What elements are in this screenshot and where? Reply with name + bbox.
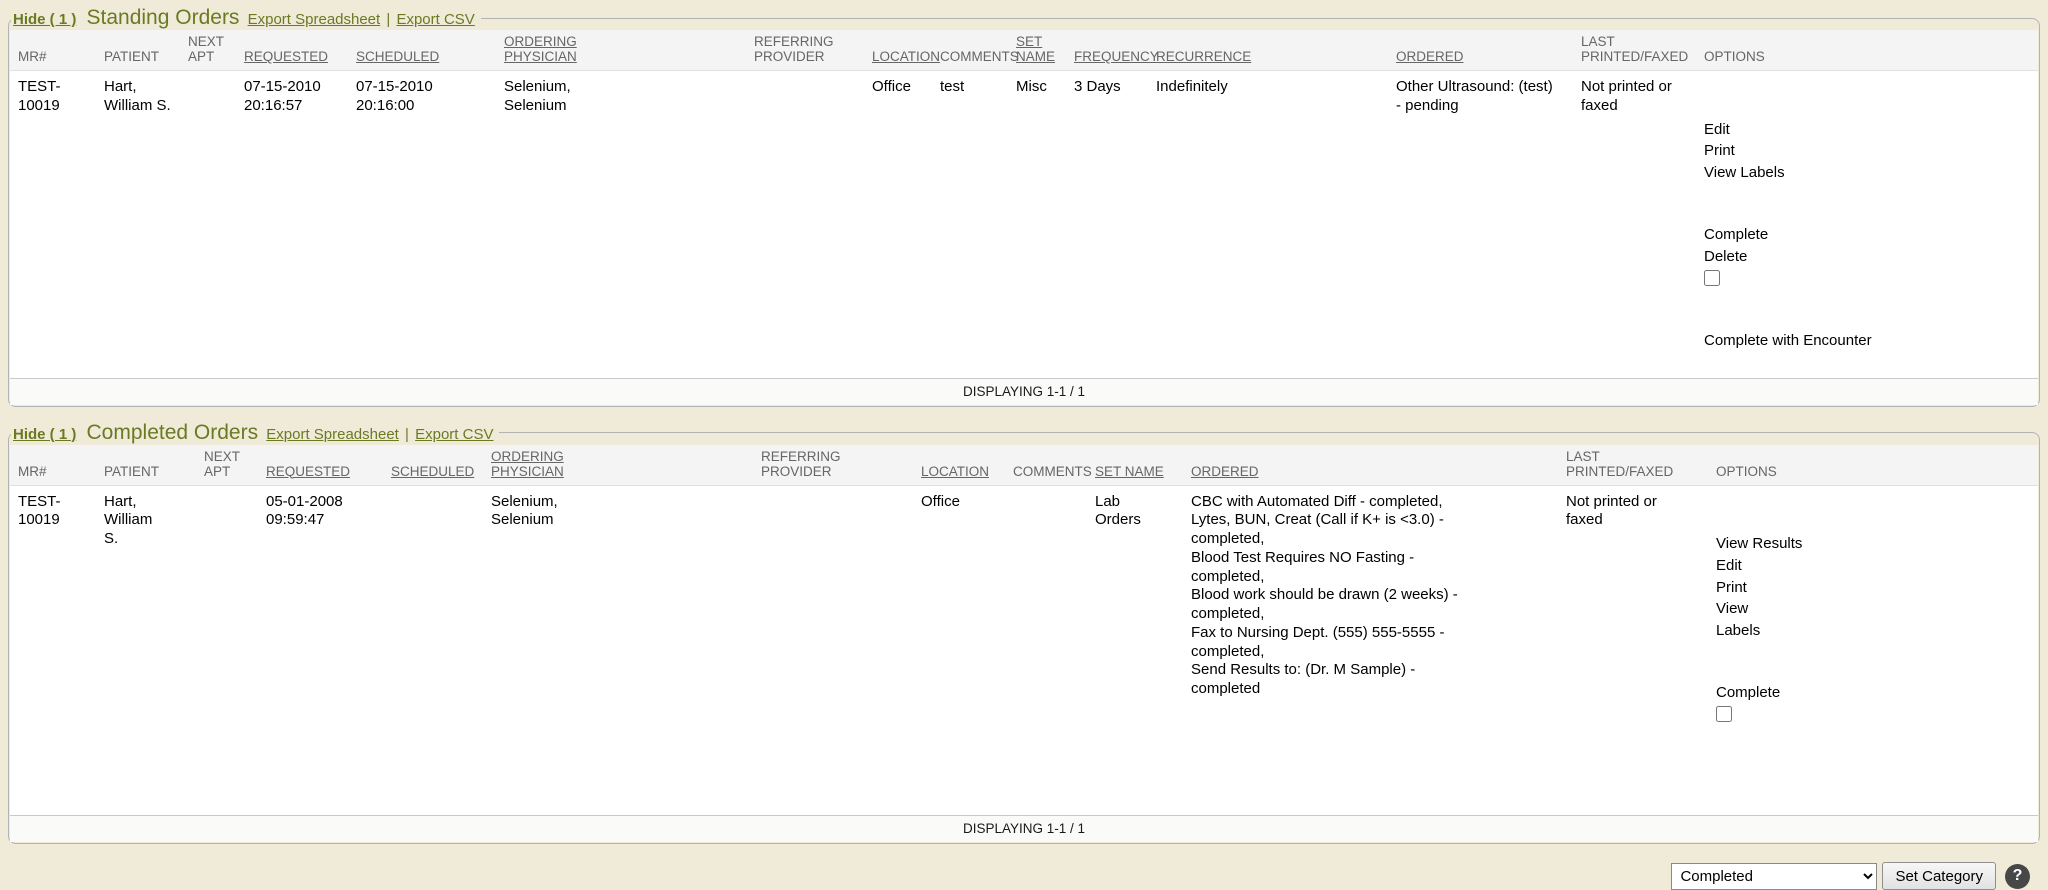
col-header-next-apt: NEXT APT xyxy=(180,30,236,71)
col-header-frequency[interactable]: FREQUENCY xyxy=(1066,30,1148,71)
completed-header-row: MR# PATIENT NEXT APT REQUESTED SCHEDULED… xyxy=(10,445,2038,486)
col-header-options: OPTIONS xyxy=(1708,445,2038,486)
cell-set-name: Lab Orders xyxy=(1087,485,1183,815)
col-header-mr: MR# xyxy=(10,445,96,486)
legend-separator: | xyxy=(384,11,392,28)
col-header-scheduled[interactable]: SCHEDULED xyxy=(348,30,496,71)
cell-mr: TEST-10019 xyxy=(10,485,96,815)
col-header-options: OPTIONS xyxy=(1696,30,2038,71)
standing-order-checkbox[interactable] xyxy=(1704,270,1720,286)
table-row: TEST-10019 Hart, William S. 07-15-2010 2… xyxy=(10,71,2038,378)
cell-mr: TEST-10019 xyxy=(10,71,96,378)
category-bar: Completed Set Category xyxy=(6,858,2042,890)
col-header-patient: PATIENT xyxy=(96,30,180,71)
completed-orders-section: Hide ( 1 ) Completed Orders Export Sprea… xyxy=(8,421,2040,845)
question-circle-icon[interactable] xyxy=(2005,864,2030,889)
completed-orders-title: Completed Orders xyxy=(81,421,263,444)
edit-order-link[interactable]: Edit xyxy=(1716,557,1742,574)
col-header-referring-provider: REFERRING PROVIDER xyxy=(753,445,913,486)
cell-patient: Hart, William S. xyxy=(96,71,180,378)
cell-next-apt xyxy=(196,485,258,815)
col-header-recurrence[interactable]: RECURRENCE xyxy=(1148,30,1388,71)
col-header-last-printed-faxed: LAST PRINTED/FAXED xyxy=(1573,30,1696,71)
col-header-requested[interactable]: REQUESTED xyxy=(258,445,383,486)
view-results-link[interactable]: View Results xyxy=(1716,535,1802,552)
col-header-comments: COMMENTS xyxy=(1005,445,1087,486)
standing-paging-status: DISPLAYING 1-1 / 1 xyxy=(10,378,2038,405)
cell-requested: 05-01-2008 09:59:47 xyxy=(258,485,383,815)
complete-order-link[interactable]: Complete xyxy=(1704,226,1768,243)
standing-orders-table: MR# PATIENT NEXT APT REQUESTED SCHEDULED… xyxy=(10,30,2038,378)
cell-last-printed-faxed: Not printed or faxed xyxy=(1558,485,1708,815)
complete-order-link[interactable]: Complete xyxy=(1716,684,1780,701)
col-header-comments: COMMENTS xyxy=(932,30,1008,71)
view-labels-link[interactable]: View Labels xyxy=(1704,164,1785,181)
cell-ordering-physician: Selenium, Selenium xyxy=(483,485,753,815)
legend-separator: | xyxy=(403,426,411,443)
cell-ordered: CBC with Automated Diff - completed, Lyt… xyxy=(1183,485,1558,815)
complete-with-encounter-link[interactable]: Complete with Encounter xyxy=(1704,332,1872,349)
cell-requested: 07-15-2010 20:16:57 xyxy=(236,71,348,378)
cell-comments xyxy=(1005,485,1087,815)
cell-recurrence: Indefinitely xyxy=(1148,71,1388,378)
completed-order-checkbox[interactable] xyxy=(1716,706,1732,722)
delete-order-link[interactable]: Delete xyxy=(1704,248,1747,265)
labels-link[interactable]: Labels xyxy=(1716,622,1760,639)
standing-orders-legend: Hide ( 1 ) Standing Orders Export Spread… xyxy=(11,6,481,30)
view-order-link[interactable]: View xyxy=(1716,600,1748,617)
cell-location: Office xyxy=(864,71,932,378)
standing-orders-title: Standing Orders xyxy=(81,6,244,29)
cell-ordering-physician: Selenium, Selenium xyxy=(496,71,746,378)
col-header-requested[interactable]: REQUESTED xyxy=(236,30,348,71)
completed-orders-table: MR# PATIENT NEXT APT REQUESTED SCHEDULED… xyxy=(10,445,2038,816)
cell-location: Office xyxy=(913,485,1005,815)
cell-comments: test xyxy=(932,71,1008,378)
standing-export-csv-link[interactable]: Export CSV xyxy=(396,11,474,28)
cell-options: Edit Print View Labels Complete Delete C… xyxy=(1696,71,2038,378)
set-category-button[interactable]: Set Category xyxy=(1882,862,1996,890)
col-header-set-name[interactable]: SET NAME xyxy=(1087,445,1183,486)
col-header-set-name[interactable]: SET NAME xyxy=(1008,30,1066,71)
cell-referring-provider xyxy=(746,71,864,378)
col-header-referring-provider: REFERRING PROVIDER xyxy=(746,30,864,71)
col-header-location[interactable]: LOCATION xyxy=(864,30,932,71)
col-header-ordered[interactable]: ORDERED xyxy=(1388,30,1573,71)
cell-next-apt xyxy=(180,71,236,378)
col-header-scheduled[interactable]: SCHEDULED xyxy=(383,445,483,486)
cell-patient: Hart, William S. xyxy=(96,485,196,815)
col-header-ordering-physician[interactable]: ORDERING PHYSICIAN xyxy=(496,30,746,71)
cell-set-name: Misc xyxy=(1008,71,1066,378)
completed-export-csv-link[interactable]: Export CSV xyxy=(415,426,493,443)
standing-export-spreadsheet-link[interactable]: Export Spreadsheet xyxy=(248,11,381,28)
cell-scheduled: 07-15-2010 20:16:00 xyxy=(348,71,496,378)
standing-orders-section: Hide ( 1 ) Standing Orders Export Spread… xyxy=(8,6,2040,407)
completed-export-spreadsheet-link[interactable]: Export Spreadsheet xyxy=(266,426,399,443)
col-header-mr: MR# xyxy=(10,30,96,71)
standing-header-row: MR# PATIENT NEXT APT REQUESTED SCHEDULED… xyxy=(10,30,2038,71)
cell-options: View Results Edit Print View Labels Comp… xyxy=(1708,485,2038,815)
completed-orders-legend: Hide ( 1 ) Completed Orders Export Sprea… xyxy=(11,421,499,445)
cell-ordered: Other Ultrasound: (test) - pending xyxy=(1388,71,1573,378)
edit-order-link[interactable]: Edit xyxy=(1704,121,1730,138)
print-order-link[interactable]: Print xyxy=(1704,142,1735,159)
col-header-ordered[interactable]: ORDERED xyxy=(1183,445,1558,486)
col-header-ordering-physician[interactable]: ORDERING PHYSICIAN xyxy=(483,445,753,486)
cell-last-printed-faxed: Not printed or faxed xyxy=(1573,71,1696,378)
standing-hide-toggle-link[interactable]: Hide ( 1 ) xyxy=(13,11,76,28)
col-header-next-apt: NEXT APT xyxy=(196,445,258,486)
category-select[interactable]: Completed xyxy=(1671,863,1877,890)
col-header-location[interactable]: LOCATION xyxy=(913,445,1005,486)
completed-paging-status: DISPLAYING 1-1 / 1 xyxy=(10,815,2038,842)
orders-page: Hide ( 1 ) Standing Orders Export Spread… xyxy=(0,0,2048,890)
cell-frequency: 3 Days xyxy=(1066,71,1148,378)
print-order-link[interactable]: Print xyxy=(1716,579,1747,596)
cell-scheduled xyxy=(383,485,483,815)
cell-referring-provider xyxy=(753,485,913,815)
completed-hide-toggle-link[interactable]: Hide ( 1 ) xyxy=(13,426,76,443)
table-row: TEST-10019 Hart, William S. 05-01-2008 0… xyxy=(10,485,2038,815)
col-header-patient: PATIENT xyxy=(96,445,196,486)
col-header-last-printed-faxed: LAST PRINTED/FAXED xyxy=(1558,445,1708,486)
